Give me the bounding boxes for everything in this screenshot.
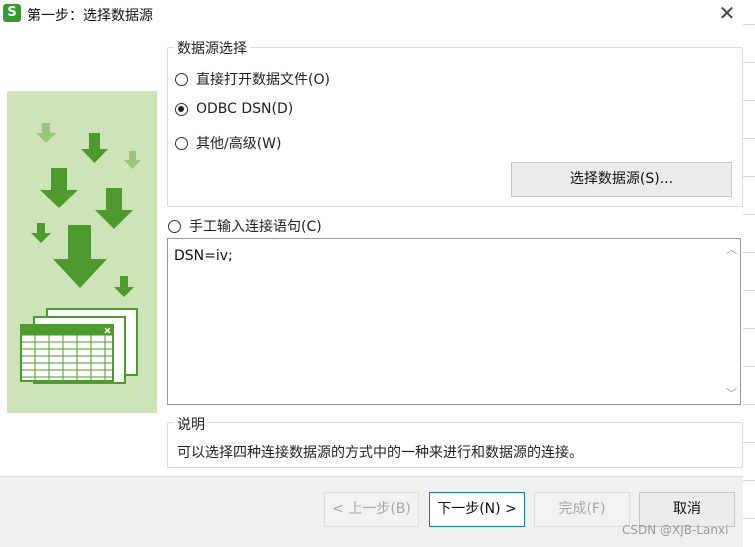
wps-app-icon: S	[3, 4, 21, 22]
description-legend: 说明	[174, 414, 208, 434]
cancel-button[interactable]: 取消	[639, 492, 735, 527]
radio-button[interactable]	[168, 219, 181, 233]
close-icon[interactable]: ✕	[712, 0, 742, 26]
description-text: 可以选择四种连接数据源的方式中的一种来进行和数据源的连接。	[177, 445, 583, 461]
radio-other-advanced[interactable]: 其他/高级(W)	[175, 133, 281, 153]
grid-line	[743, 62, 755, 63]
footer-divider	[0, 476, 743, 477]
radio-odbc-dsn[interactable]: ODBC DSN(D)	[175, 101, 293, 117]
dialog-titlebar: S 第一步：选择数据源 ✕	[0, 0, 755, 30]
grid-line	[743, 404, 755, 405]
radio-manual-connection[interactable]: 手工输入连接语句(C)	[168, 216, 322, 236]
radio-manual-connection-label: 手工输入连接语句(C)	[189, 219, 322, 235]
radio-open-data-file-label: 直接打开数据文件(O)	[196, 72, 330, 88]
radio-other-advanced-label: 其他/高级(W)	[196, 136, 282, 152]
download-arrows-spreadsheet-icon	[7, 91, 157, 413]
background-sheet-edge	[743, 0, 755, 547]
grid-line	[743, 138, 755, 139]
dialog-title: 第一步：选择数据源	[27, 8, 153, 24]
watermark-text: CSDN @XJB-Lanxi	[622, 523, 729, 537]
radio-odbc-dsn-label: ODBC DSN(D)	[196, 101, 294, 117]
datasource-group-legend: 数据源选择	[174, 38, 250, 58]
grid-line	[743, 480, 755, 481]
radio-button-selected[interactable]	[175, 102, 188, 116]
grid-line	[743, 518, 755, 519]
grid-line	[743, 442, 755, 443]
finish-button[interactable]: 完成(F)	[534, 492, 630, 527]
grid-line	[743, 366, 755, 367]
connection-string-value[interactable]: DSN=iv;	[174, 248, 233, 264]
grid-line	[743, 252, 755, 253]
scroll-up-icon[interactable]: ︿	[723, 241, 740, 258]
grid-line	[743, 214, 755, 215]
radio-open-data-file[interactable]: 直接打开数据文件(O)	[175, 69, 330, 89]
scroll-down-icon[interactable]: ﹀	[723, 385, 740, 402]
connection-string-textarea[interactable]: DSN=iv; ︿ ﹀	[167, 238, 741, 405]
radio-button[interactable]	[175, 136, 188, 150]
previous-button[interactable]: < 上一步(B)	[324, 492, 419, 527]
textarea-scrollbar[interactable]: ︿ ﹀	[723, 239, 740, 404]
grid-line	[743, 328, 755, 329]
grid-line	[743, 290, 755, 291]
grid-line	[743, 176, 755, 177]
choose-datasource-button[interactable]: 选择数据源(S)...	[511, 162, 732, 197]
grid-line	[743, 100, 755, 101]
next-button[interactable]: 下一步(N) >	[429, 492, 525, 527]
radio-button[interactable]	[175, 72, 188, 86]
